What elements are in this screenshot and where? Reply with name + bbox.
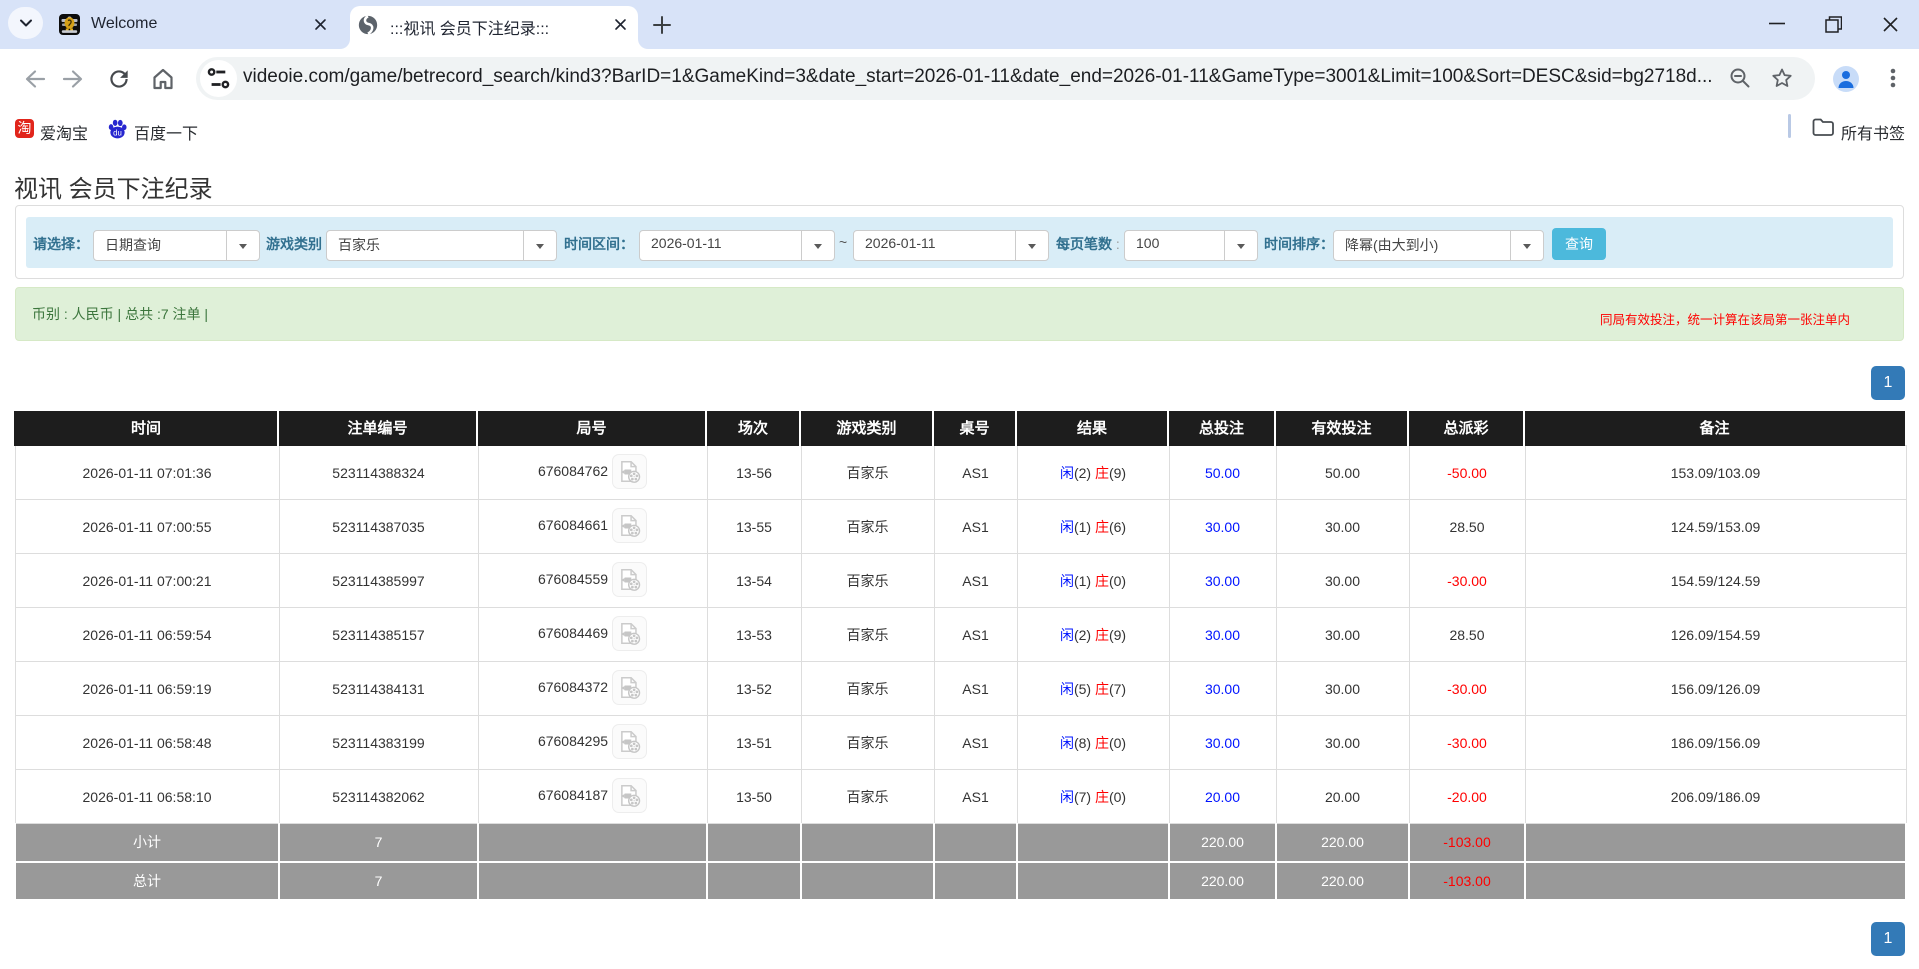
- svg-text:du: du: [113, 129, 122, 138]
